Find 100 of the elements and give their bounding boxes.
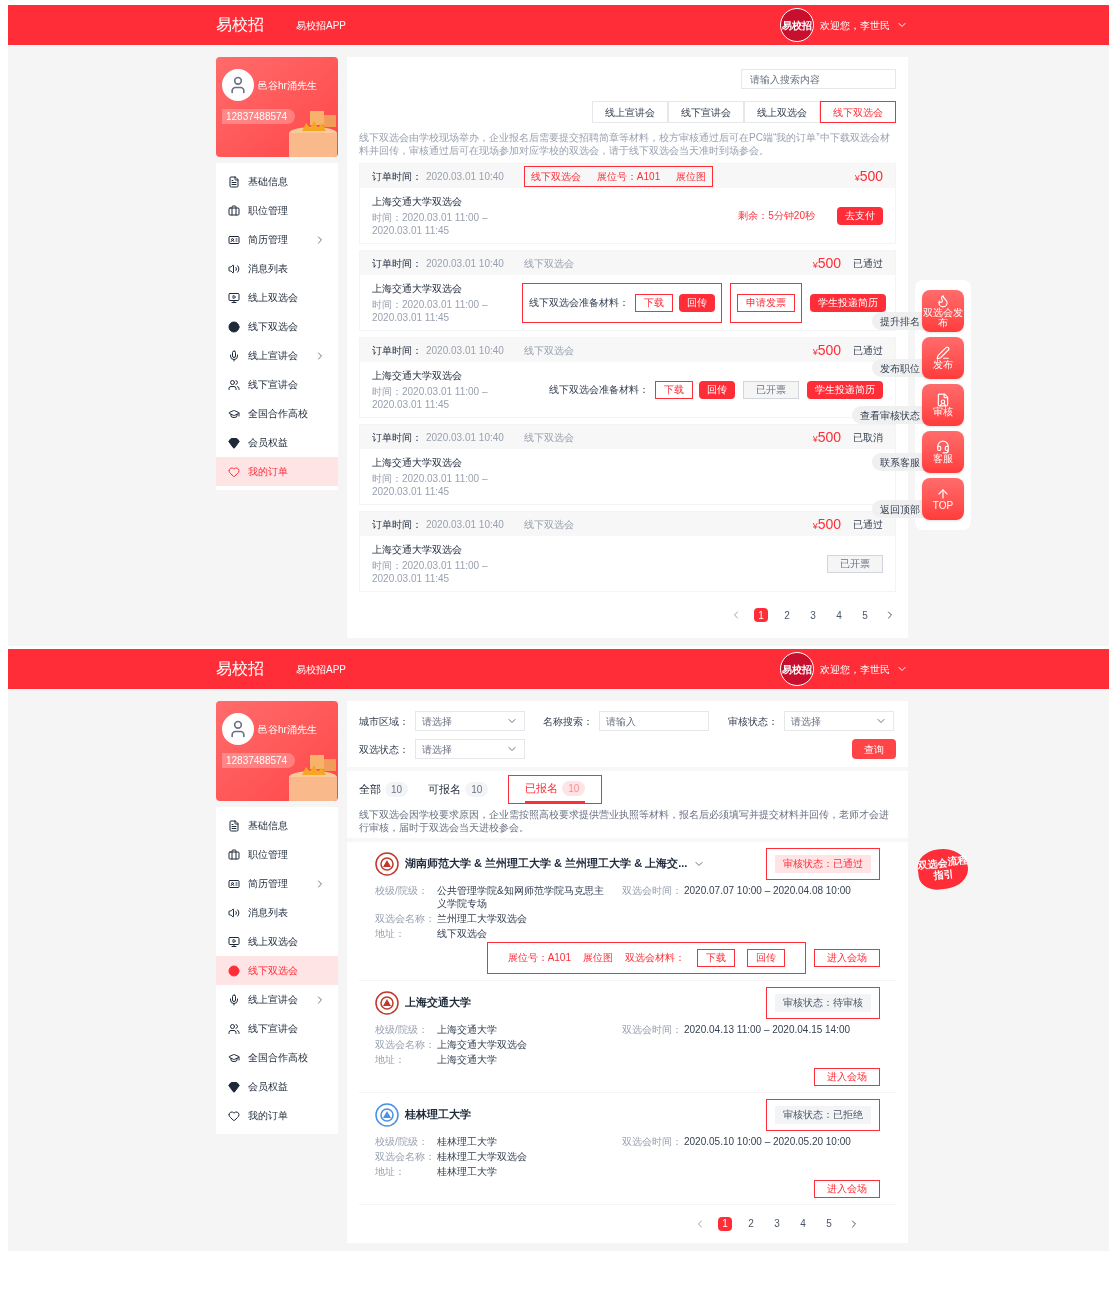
page-number[interactable]: 5 bbox=[822, 1216, 836, 1231]
sidebar-item[interactable]: 线下双选会 bbox=[216, 312, 338, 341]
primary-action-button[interactable]: 回传 bbox=[679, 293, 715, 312]
sidebar-item[interactable]: 线上宣讲会 bbox=[216, 341, 338, 370]
microphone-icon bbox=[228, 993, 240, 1006]
graduation-cap-icon bbox=[228, 407, 240, 420]
sidebar-item[interactable]: 线下双选会 bbox=[216, 956, 338, 985]
floating-tool-button[interactable]: 客服 bbox=[922, 431, 964, 473]
sidebar-item[interactable]: 简历管理 bbox=[216, 225, 338, 254]
order-period: 时间：2020.03.01 11:00 – 2020.03.01 11:45 bbox=[372, 559, 489, 585]
info-label: 双选会名称： bbox=[375, 1037, 436, 1051]
sidebar-item[interactable]: 消息列表 bbox=[216, 254, 338, 283]
sidebar-item[interactable]: 线上双选会 bbox=[216, 283, 338, 312]
info-value: 桂林理工大学 bbox=[437, 1164, 497, 1178]
page-number[interactable]: 4 bbox=[796, 1216, 810, 1231]
order-title: 上海交通大学双选会 bbox=[372, 195, 463, 209]
status-tab[interactable]: 可报名 10 bbox=[428, 781, 489, 804]
info-value: 线下双选会 bbox=[437, 926, 487, 940]
booth-info-text[interactable]: 展位号：A101 bbox=[507, 950, 571, 965]
sidebar-item[interactable]: 全国合作高校 bbox=[216, 1043, 338, 1072]
search-field[interactable]: 请输入搜索内容 bbox=[741, 69, 896, 89]
category-tab[interactable]: 线下宣讲会 bbox=[668, 101, 744, 123]
enter-venue-button[interactable]: 进入会场 bbox=[814, 1067, 880, 1086]
page-number[interactable]: 3 bbox=[806, 608, 820, 622]
status-tab[interactable]: 全部 10 bbox=[359, 781, 409, 804]
floating-tool-button[interactable]: 发布 bbox=[922, 337, 964, 379]
floating-tool-button[interactable]: TOP bbox=[922, 478, 964, 520]
floating-tool-button[interactable]: 审核 bbox=[922, 384, 964, 426]
sidebar-item[interactable]: 简历管理 bbox=[216, 869, 338, 898]
primary-action-button[interactable]: 去支付 bbox=[837, 206, 883, 225]
order-tag-link[interactable]: 展位图 bbox=[676, 168, 707, 184]
app-link[interactable]: 易校招APP bbox=[296, 17, 346, 33]
category-tab[interactable]: 线上双选会 bbox=[744, 101, 820, 123]
filter-select[interactable]: 请选择 bbox=[415, 711, 525, 731]
info-value: 上海交通大学 bbox=[437, 1022, 497, 1036]
outline-action-button[interactable]: 下载 bbox=[697, 948, 735, 967]
enter-venue-button[interactable]: 进入会场 bbox=[814, 948, 880, 967]
status-tab[interactable]: 已报名 10 bbox=[525, 780, 586, 803]
page-number[interactable]: 2 bbox=[780, 608, 794, 622]
query-button[interactable]: 查询 bbox=[852, 739, 896, 759]
graduation-cap-icon bbox=[228, 1051, 240, 1064]
page-number[interactable]: 1 bbox=[754, 608, 768, 622]
info-label: 地址： bbox=[375, 926, 406, 940]
sidebar-item[interactable]: 线上双选会 bbox=[216, 927, 338, 956]
brand-logo[interactable]: 易校招 bbox=[216, 13, 264, 37]
order-period: 时间：2020.03.01 11:00 – 2020.03.01 11:45 bbox=[372, 211, 489, 237]
review-status-badge: 审核状态：已通过 bbox=[775, 854, 871, 873]
sidebar-item[interactable]: 线下宣讲会 bbox=[216, 370, 338, 399]
process-guide-badge[interactable]: 双选会流程指引 bbox=[916, 846, 970, 892]
sidebar-item[interactable]: 职位管理 bbox=[216, 840, 338, 869]
brand-logo[interactable]: 易校招 bbox=[216, 657, 264, 681]
primary-action-button[interactable]: 学生投递简历 bbox=[810, 293, 886, 312]
fair-title: 桂林理工大学 bbox=[405, 1107, 471, 1123]
filter-select[interactable]: 请选择 bbox=[783, 711, 894, 731]
monitor-icon bbox=[228, 935, 240, 948]
sidebar-item[interactable]: 基础信息 bbox=[216, 167, 338, 196]
sidebar-item[interactable]: 职位管理 bbox=[216, 196, 338, 225]
sidebar-item[interactable]: 全国合作高校 bbox=[216, 399, 338, 428]
order-tag-link[interactable]: 线下双选会 bbox=[530, 168, 581, 184]
order-status: 已通过 bbox=[852, 517, 883, 532]
info-label: 双选会时间： bbox=[622, 1022, 683, 1037]
enter-venue-button[interactable]: 进入会场 bbox=[814, 1179, 880, 1198]
sidebar-item[interactable]: 我的订单 bbox=[216, 457, 338, 486]
category-tab[interactable]: 线下双选会 bbox=[820, 101, 896, 123]
sidebar-item[interactable]: 基础信息 bbox=[216, 811, 338, 840]
page-number[interactable]: 1 bbox=[718, 1216, 732, 1231]
booth-info-text[interactable]: 展位图 bbox=[583, 950, 613, 965]
page-number[interactable]: 2 bbox=[744, 1216, 758, 1231]
app-link[interactable]: 易校招APP bbox=[296, 661, 346, 677]
primary-action-button[interactable]: 学生投递简历 bbox=[807, 380, 883, 399]
sidebar-item[interactable]: 线上宣讲会 bbox=[216, 985, 338, 1014]
sidebar-item[interactable]: 我的订单 bbox=[216, 1101, 338, 1130]
user-greeting[interactable]: 欢迎您，李世民 bbox=[820, 17, 890, 33]
sidebar-item[interactable]: 消息列表 bbox=[216, 898, 338, 927]
primary-action-button[interactable]: 回传 bbox=[699, 380, 735, 399]
outline-action-button[interactable]: 申请发票 bbox=[737, 293, 795, 312]
order-status: 已通过 bbox=[852, 343, 883, 358]
outline-action-button[interactable]: 回传 bbox=[747, 948, 785, 967]
sidebar-item[interactable]: 会员权益 bbox=[216, 1072, 338, 1101]
page-number[interactable]: 5 bbox=[858, 608, 872, 622]
briefcase-icon bbox=[228, 848, 240, 861]
filter-select[interactable]: 请选择 bbox=[415, 739, 525, 759]
order-title: 上海交通大学双选会 bbox=[372, 369, 463, 383]
info-label: 双选会时间： bbox=[622, 883, 683, 898]
profile-phone: 12837488574 bbox=[222, 109, 296, 124]
outline-action-button[interactable]: 下载 bbox=[655, 380, 693, 399]
filter-input[interactable]: 请输入 bbox=[599, 711, 710, 731]
outline-action-button[interactable]: 下载 bbox=[635, 293, 673, 312]
gem-icon bbox=[228, 436, 240, 449]
booth-info-text[interactable]: 双选会材料： bbox=[625, 950, 685, 965]
sidebar-item[interactable]: 线下宣讲会 bbox=[216, 1014, 338, 1043]
sidebar-item[interactable]: 会员权益 bbox=[216, 428, 338, 457]
page-number[interactable]: 3 bbox=[770, 1216, 784, 1231]
user-greeting[interactable]: 欢迎您，李世民 bbox=[820, 661, 890, 677]
page-number[interactable]: 4 bbox=[832, 608, 846, 622]
category-tab[interactable]: 线上宣讲会 bbox=[592, 101, 668, 123]
order-tag-link[interactable]: 展位号：A101 bbox=[596, 168, 661, 184]
floating-tool-button[interactable]: 双选会发布 bbox=[922, 290, 964, 332]
fair-time: 2020.07.07 10:00 – 2020.04.08 10:00 bbox=[684, 883, 851, 898]
person-silhouette-icon bbox=[228, 719, 248, 739]
